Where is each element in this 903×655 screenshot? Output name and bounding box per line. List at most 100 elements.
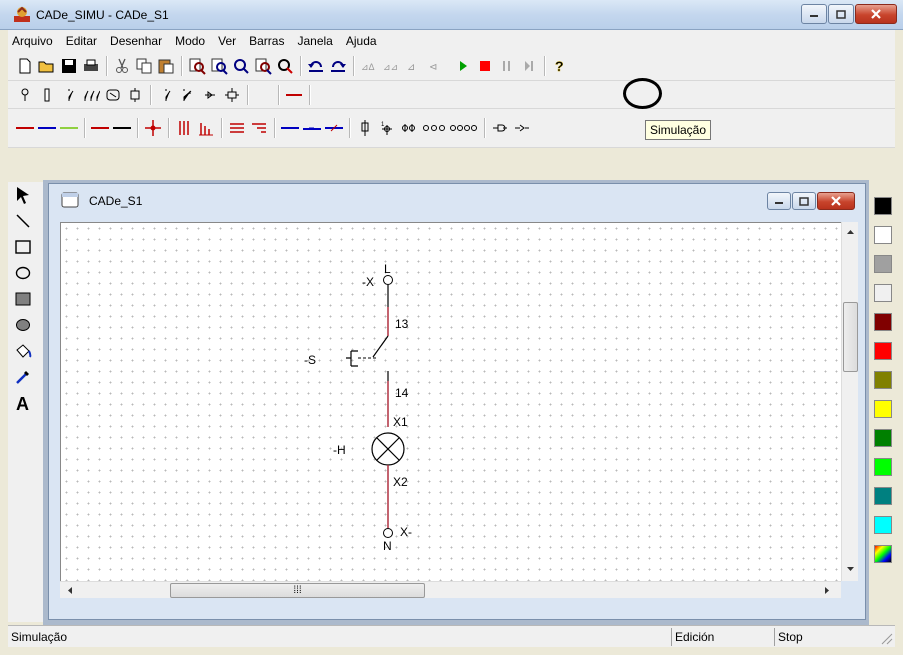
color-swatch-cyan[interactable]	[874, 516, 892, 534]
color-swatch-red[interactable]	[874, 342, 892, 360]
wire-black-1[interactable]	[111, 117, 133, 139]
zoom-fit-button[interactable]	[274, 55, 296, 77]
bus-3b-tool[interactable]	[195, 117, 217, 139]
rotate-button[interactable]: ⊿	[402, 55, 424, 77]
diode-tool[interactable]	[199, 84, 221, 106]
select-tool[interactable]	[8, 182, 38, 208]
rectangle-tool[interactable]	[8, 234, 38, 260]
terminal-l-symbol[interactable]	[383, 275, 393, 285]
scroll-left-icon[interactable]	[63, 583, 77, 598]
color-swatch-multicolor[interactable]	[874, 545, 892, 563]
filled-ellipse-tool[interactable]	[8, 312, 38, 338]
wire-blue-tap[interactable]	[301, 117, 323, 139]
wire-red-1[interactable]	[14, 117, 36, 139]
simulation-pause-button[interactable]	[496, 55, 518, 77]
wire-green-1[interactable]	[58, 117, 80, 139]
paste-button[interactable]	[155, 55, 177, 77]
color-swatch-lime[interactable]	[874, 458, 892, 476]
terminal-4-tool[interactable]	[448, 117, 480, 139]
copy-button[interactable]	[133, 55, 155, 77]
color-swatch-teal[interactable]	[874, 487, 892, 505]
breaker-3p-tool[interactable]	[80, 84, 102, 106]
vertical-scrollbar[interactable]	[841, 222, 858, 581]
vertical-scroll-thumb[interactable]	[843, 302, 858, 372]
scroll-down-icon[interactable]	[843, 562, 858, 576]
menu-janela[interactable]: Janela	[297, 34, 332, 48]
simulation-play-button[interactable]	[452, 55, 474, 77]
motor-protector-tool[interactable]	[102, 84, 124, 106]
color-swatch-yellow[interactable]	[874, 400, 892, 418]
zoom-area-button[interactable]	[230, 55, 252, 77]
coil-tool[interactable]	[221, 84, 243, 106]
wire-blue-cross[interactable]	[323, 117, 345, 139]
zoom-all-button[interactable]	[252, 55, 274, 77]
simulation-step-button[interactable]	[518, 55, 540, 77]
contact-no-tool[interactable]	[155, 84, 177, 106]
wire-red-tool[interactable]	[283, 84, 305, 106]
save-button[interactable]	[58, 55, 80, 77]
horizontal-scroll-thumb[interactable]: ⁞⁞⁞	[170, 583, 425, 598]
fill-tool[interactable]	[8, 338, 38, 364]
menu-editar[interactable]: Editar	[66, 34, 97, 48]
resize-grip-icon[interactable]	[879, 631, 893, 645]
color-swatch-white[interactable]	[874, 226, 892, 244]
relay-tool[interactable]	[124, 84, 146, 106]
flip-button[interactable]: ⊲	[424, 55, 446, 77]
bus-3-tool[interactable]	[173, 117, 195, 139]
plug-tool[interactable]	[489, 117, 511, 139]
drawing-canvas[interactable]: L -X 13 -S 14 X1 -H X2 X- N	[60, 222, 851, 581]
mirror-h-button[interactable]: ⊿Δ	[358, 55, 380, 77]
maximize-button[interactable]	[828, 4, 854, 24]
text-tool[interactable]: A	[8, 390, 38, 416]
menu-ajuda[interactable]: Ajuda	[346, 34, 377, 48]
breaker-tool[interactable]	[58, 84, 80, 106]
menu-desenhar[interactable]: Desenhar	[110, 34, 162, 48]
wire-blue-1[interactable]	[36, 117, 58, 139]
horizontal-scrollbar[interactable]: ⁞⁞⁞	[60, 581, 841, 598]
doc-maximize-button[interactable]	[792, 192, 816, 210]
menu-arquivo[interactable]: Arquivo	[12, 34, 53, 48]
bus-h2-tool[interactable]	[248, 117, 270, 139]
close-button[interactable]	[855, 4, 897, 24]
junction-tool[interactable]	[142, 117, 164, 139]
color-swatch-maroon[interactable]	[874, 313, 892, 331]
undo-button[interactable]	[305, 55, 327, 77]
simulation-stop-button[interactable]	[474, 55, 496, 77]
terminal-num-tool[interactable]: 1	[376, 117, 398, 139]
scroll-right-icon[interactable]	[820, 583, 834, 598]
pushbutton-switch-s[interactable]	[346, 335, 389, 381]
doc-close-button[interactable]	[817, 192, 855, 210]
menu-ver[interactable]: Ver	[218, 34, 236, 48]
minimize-button[interactable]	[801, 4, 827, 24]
redo-button[interactable]	[327, 55, 349, 77]
color-swatch-gray[interactable]	[874, 255, 892, 273]
connector-tool[interactable]	[354, 117, 376, 139]
menu-modo[interactable]: Modo	[175, 34, 205, 48]
terminal-3-tool[interactable]	[420, 117, 448, 139]
new-button[interactable]	[14, 55, 36, 77]
lamp-h[interactable]	[371, 432, 405, 466]
blank-tool[interactable]	[252, 84, 274, 106]
open-button[interactable]	[36, 55, 58, 77]
color-swatch-olive[interactable]	[874, 371, 892, 389]
terminal-n-symbol[interactable]	[383, 528, 393, 538]
ellipse-tool[interactable]	[8, 260, 38, 286]
color-swatch-green[interactable]	[874, 429, 892, 447]
socket-tool[interactable]	[511, 117, 533, 139]
wire-red-2[interactable]	[89, 117, 111, 139]
color-swatch-black[interactable]	[874, 197, 892, 215]
bus-h-tool[interactable]	[226, 117, 248, 139]
line-tool[interactable]	[8, 208, 38, 234]
color-picker-tool[interactable]	[8, 364, 38, 390]
fuse-tool[interactable]	[36, 84, 58, 106]
print-button[interactable]	[80, 55, 102, 77]
help-button[interactable]: ?	[549, 55, 571, 77]
mirror-v-button[interactable]: ⊿⊿	[380, 55, 402, 77]
wire-blue-2[interactable]	[279, 117, 301, 139]
scroll-up-icon[interactable]	[843, 225, 858, 239]
doc-minimize-button[interactable]	[767, 192, 791, 210]
color-swatch-light-gray[interactable]	[874, 284, 892, 302]
filled-rectangle-tool[interactable]	[8, 286, 38, 312]
zoom-in-button[interactable]	[186, 55, 208, 77]
cut-button[interactable]	[111, 55, 133, 77]
